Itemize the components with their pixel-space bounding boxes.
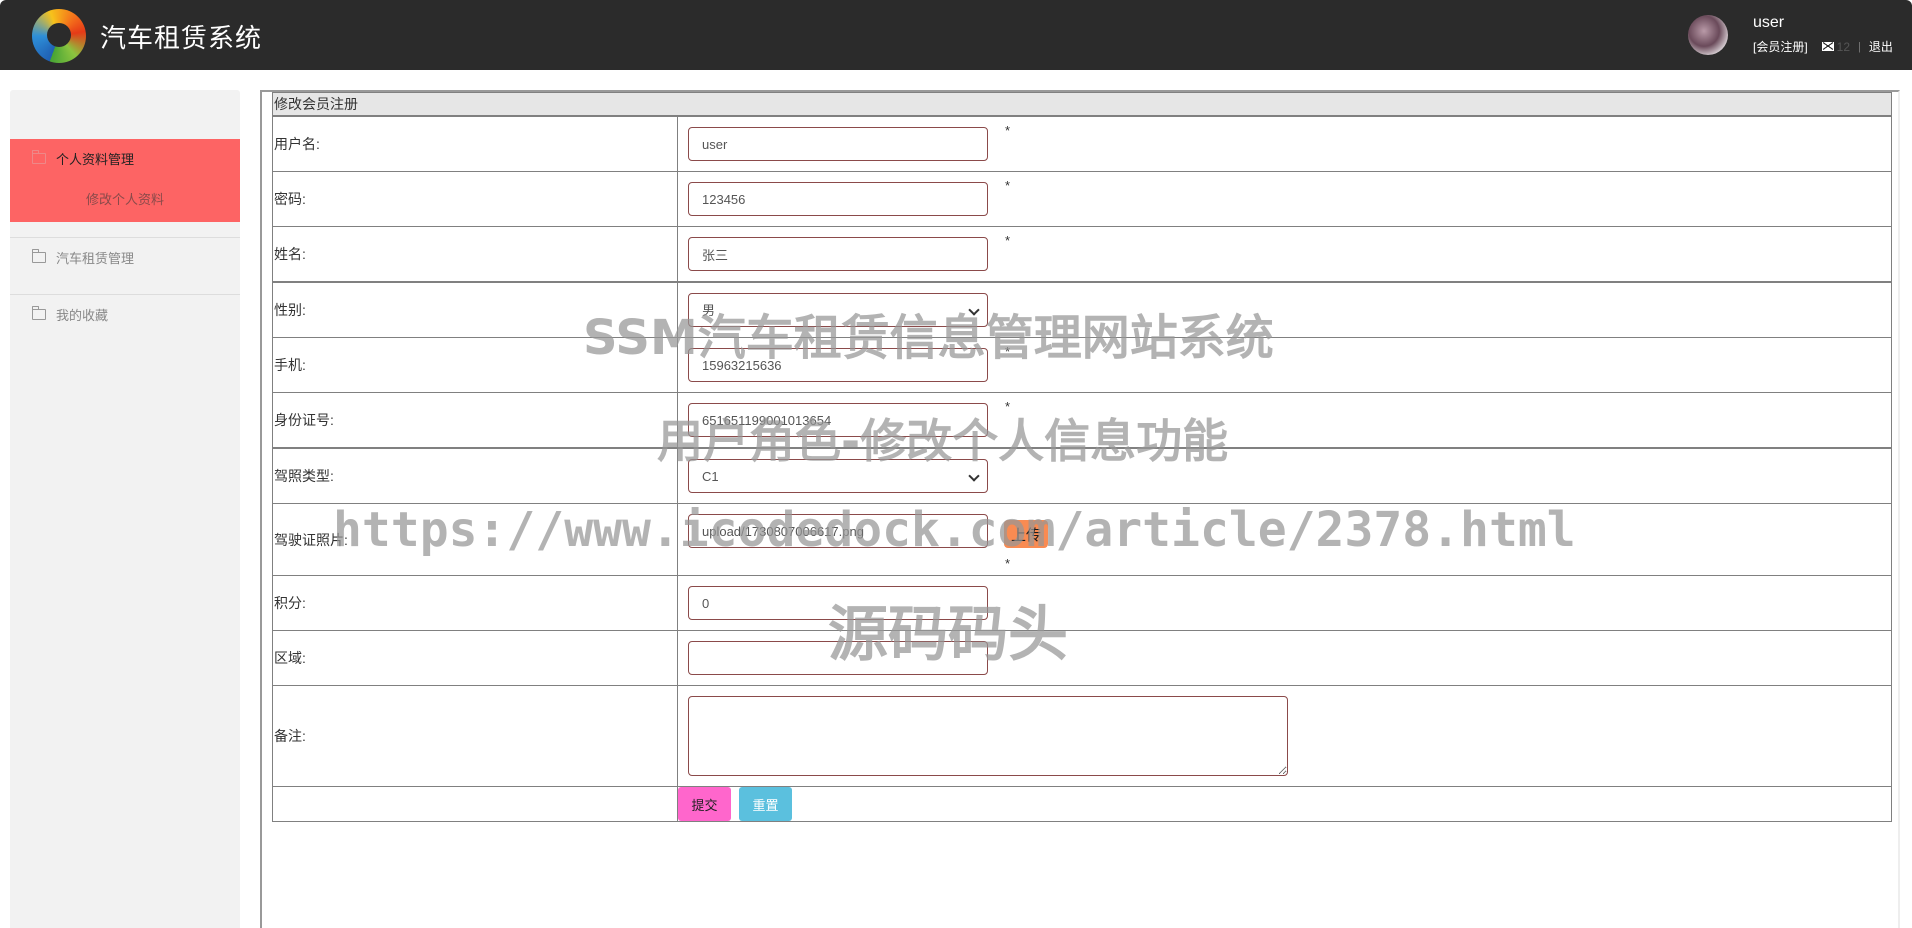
form-row-gender: 性别: 男 <box>272 281 1892 338</box>
field-label: 区域: <box>272 630 678 686</box>
submit-button[interactable]: 提交 <box>678 787 731 821</box>
mail-icon[interactable] <box>1821 42 1834 51</box>
id-number-input[interactable] <box>688 403 988 437</box>
field-label: 手机: <box>272 337 678 393</box>
field-label: 备注: <box>272 685 678 787</box>
empty-cell <box>272 786 678 822</box>
sidebar-item-label: 我的收藏 <box>56 308 109 323</box>
field-label: 驾照类型: <box>272 447 678 504</box>
notes-textarea[interactable] <box>688 696 1288 776</box>
form-row-username: 用户名: * <box>272 115 1892 172</box>
license-photo-path-input[interactable] <box>688 514 988 548</box>
app-logo-icon <box>32 9 86 63</box>
field-label: 姓名: <box>272 226 678 283</box>
sidebar-group-profile: 个人资料管理 修改个人资料 <box>10 139 240 222</box>
phone-input[interactable] <box>688 348 988 382</box>
sidebar: 个人资料管理 修改个人资料 汽车租赁管理 我的收藏 <box>10 90 240 928</box>
required-mark: * <box>1005 556 1011 571</box>
app-title: 汽车租赁系统 <box>100 24 263 54</box>
reset-button[interactable]: 重置 <box>739 787 792 821</box>
name-input[interactable] <box>688 237 988 271</box>
sidebar-item-label: 汽车租赁管理 <box>56 251 135 266</box>
form-row-region: 区域: <box>272 630 1892 686</box>
license-type-select[interactable]: C1 <box>688 459 988 493</box>
password-input[interactable] <box>688 182 988 216</box>
gender-select[interactable]: 男 <box>688 293 988 327</box>
form-row-points: 积分: <box>272 575 1892 631</box>
message-count[interactable]: 12 <box>1837 40 1850 54</box>
required-mark: * <box>1005 233 1011 248</box>
field-label: 密码: <box>272 171 678 227</box>
field-label: 身份证号: <box>272 392 678 449</box>
username-label: user <box>1753 14 1785 31</box>
field-label: 积分: <box>272 575 678 631</box>
form-row-name: 姓名: * <box>272 226 1892 283</box>
form-actions-row: 提交 重置 <box>272 786 1892 822</box>
form-row-id-number: 身份证号: * <box>272 392 1892 449</box>
sidebar-item-rental-management[interactable]: 汽车租赁管理 <box>32 248 134 267</box>
region-input[interactable] <box>688 641 988 675</box>
upload-button[interactable]: 上传 <box>1004 520 1048 548</box>
required-mark: * <box>1005 399 1011 414</box>
user-avatar[interactable] <box>1688 15 1728 55</box>
logout-link[interactable]: 退出 <box>1869 38 1893 55</box>
form-row-password: 密码: * <box>272 171 1892 227</box>
points-input[interactable] <box>688 586 988 620</box>
required-mark: * <box>1005 344 1011 359</box>
field-label: 驾驶证照片: <box>272 503 678 576</box>
form-row-phone: 手机: * <box>272 337 1892 393</box>
sidebar-group-favorites: 我的收藏 <box>10 295 240 345</box>
top-header: 汽车租赁系统 user [会员注册] 12 | 退出 <box>0 0 1912 70</box>
sidebar-subitem-edit-profile[interactable]: 修改个人资料 <box>10 189 240 208</box>
folder-icon <box>32 249 46 263</box>
username-input[interactable] <box>688 127 988 161</box>
edit-member-form: 修改会员注册 用户名: * 密码: * 姓名: * 性别: <box>272 92 1892 822</box>
required-mark: * <box>1005 123 1011 138</box>
folder-icon <box>32 150 46 164</box>
member-register-link[interactable]: [会员注册] <box>1753 38 1808 55</box>
field-label: 性别: <box>272 281 678 338</box>
sidebar-item-label: 个人资料管理 <box>56 152 135 167</box>
required-mark: * <box>1005 178 1011 193</box>
sidebar-group-rental: 汽车租赁管理 <box>10 238 240 288</box>
form-row-notes: 备注: <box>272 685 1892 787</box>
form-caption: 修改会员注册 <box>272 92 1892 117</box>
field-label: 用户名: <box>272 115 678 172</box>
form-row-license-type: 驾照类型: C1 <box>272 447 1892 504</box>
sidebar-item-profile-management[interactable]: 个人资料管理 <box>32 149 134 168</box>
form-row-license-photo: 驾驶证照片: 上传 * <box>272 503 1892 576</box>
user-links: [会员注册] 12 | 退出 <box>1753 38 1893 55</box>
main-panel: 修改会员注册 用户名: * 密码: * 姓名: * 性别: <box>260 90 1900 928</box>
separator: | <box>1858 40 1861 53</box>
folder-icon <box>32 306 46 320</box>
sidebar-item-favorites[interactable]: 我的收藏 <box>32 305 108 324</box>
